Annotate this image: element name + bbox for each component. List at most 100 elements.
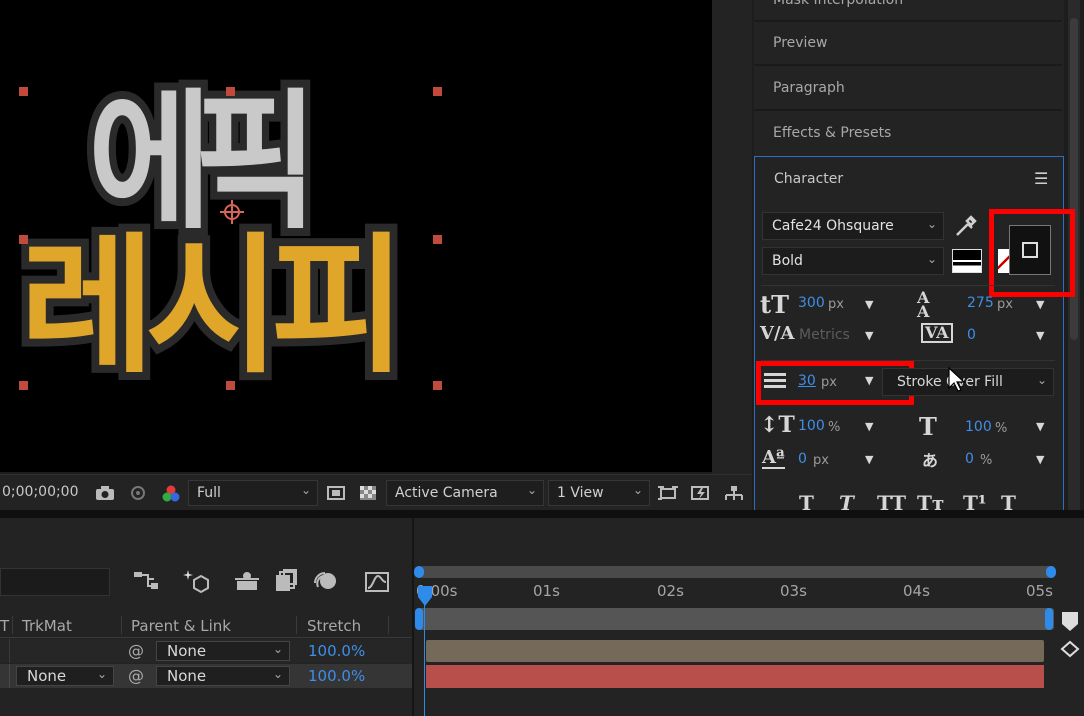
transform-handle[interactable]: [433, 381, 442, 390]
viewer-side-strip: [712, 0, 752, 476]
panel-divider: [761, 285, 1055, 286]
chevron-down-icon: ⌄: [272, 667, 283, 681]
comp-marker-icon[interactable]: [1060, 610, 1080, 636]
horizontal-scale-value[interactable]: 100: [965, 419, 992, 435]
flowchart-icon[interactable]: [723, 485, 743, 501]
pickwhip-icon[interactable]: @: [128, 666, 144, 685]
stroke-mode-dropdown[interactable]: Stroke Over Fill ⌄: [882, 368, 1054, 396]
playhead-line: [424, 602, 425, 716]
black-white-swatch-icon[interactable]: [952, 249, 982, 273]
panel-preview[interactable]: Preview: [773, 35, 828, 51]
text-layer-bottom[interactable]: 레시피: [12, 224, 414, 390]
timeline-search-input[interactable]: [0, 568, 110, 596]
triangle-down-icon[interactable]: ▼: [1036, 453, 1044, 466]
trkmat-dropdown[interactable]: None ⌄: [16, 666, 114, 686]
baseline-shift-unit: px: [813, 453, 829, 468]
marker-bin-icon[interactable]: [1060, 640, 1080, 664]
playhead-marker[interactable]: [418, 586, 432, 606]
triangle-down-icon[interactable]: ▼: [865, 420, 873, 433]
ruler-tick-label: 05s: [1026, 582, 1053, 600]
frame-blending-icon[interactable]: [274, 569, 298, 597]
transform-handle[interactable]: [226, 87, 235, 96]
work-area-start-handle[interactable]: [415, 608, 423, 630]
channel-rgb-icon[interactable]: [161, 485, 181, 502]
parent-dropdown[interactable]: None ⌄: [156, 641, 290, 661]
camera-dropdown[interactable]: Active Camera ⌄: [386, 480, 544, 506]
tracking-value[interactable]: 0: [967, 327, 976, 343]
motion-blur-icon[interactable]: [313, 570, 339, 596]
vertical-scale-value[interactable]: 100: [798, 418, 825, 434]
composition-flowchart-icon[interactable]: [133, 570, 159, 596]
resolution-dropdown[interactable]: Full ⌄: [188, 480, 318, 506]
time-navigator[interactable]: [418, 566, 1054, 578]
graph-editor-icon[interactable]: [364, 569, 390, 597]
font-size-value[interactable]: 300: [798, 295, 825, 311]
work-area-range[interactable]: [418, 608, 1054, 630]
tsume-icon: あ: [922, 451, 939, 470]
navigator-end-handle[interactable]: [1046, 566, 1056, 578]
triangle-down-icon[interactable]: ▼: [865, 453, 873, 466]
panel-divider: [0, 510, 1084, 518]
triangle-down-icon[interactable]: ▼: [865, 298, 873, 311]
stretch-value[interactable]: 100.0%: [308, 667, 365, 685]
stretch-value[interactable]: 100.0%: [308, 642, 365, 660]
panel-divider: [754, 109, 1062, 111]
ruler-tick-label: 03s: [780, 582, 807, 600]
column-t: T: [0, 617, 10, 635]
triangle-down-icon[interactable]: ▼: [1036, 329, 1044, 342]
navigator-start-handle[interactable]: [414, 566, 424, 578]
vertical-scale-icon: ↕T: [760, 412, 795, 438]
layer-bar[interactable]: [426, 640, 1044, 662]
work-area-end-handle[interactable]: [1045, 608, 1053, 630]
font-size-unit: px: [828, 297, 844, 312]
panel-mask-interpolation[interactable]: Mask Interpolation: [773, 0, 903, 8]
composition-viewer[interactable]: 에픽 레시피: [0, 0, 712, 472]
parent-dropdown[interactable]: None ⌄: [156, 666, 290, 686]
layer-bar[interactable]: [426, 665, 1044, 688]
transform-handle[interactable]: [433, 87, 442, 96]
column-parent-link: Parent & Link: [131, 617, 231, 635]
stroke-color-swatch[interactable]: [1009, 225, 1051, 275]
cell-divider: [9, 664, 10, 688]
font-family-dropdown[interactable]: Cafe24 Ohsquare ⌄: [762, 212, 944, 240]
triangle-down-icon[interactable]: ▼: [1036, 420, 1044, 433]
layer-row[interactable]: None ⌄ @ None ⌄ 100.0%: [0, 664, 412, 688]
triangle-down-icon[interactable]: ▼: [865, 329, 873, 342]
baseline-shift-value[interactable]: 0: [798, 451, 807, 467]
camera-snapshot-icon[interactable]: [95, 485, 115, 501]
fast-previews-icon[interactable]: [690, 485, 710, 501]
eyedropper-icon[interactable]: [953, 213, 979, 243]
font-style-dropdown[interactable]: Bold ⌄: [762, 247, 944, 275]
transform-handle[interactable]: [19, 381, 28, 390]
triangle-down-icon[interactable]: ▼: [1036, 298, 1044, 311]
show-snapshot-icon[interactable]: [128, 485, 148, 501]
column-stretch: Stretch: [307, 617, 362, 635]
transparency-grid-icon[interactable]: [358, 485, 378, 501]
toggle-3d-view-icon[interactable]: [657, 485, 678, 501]
tsume-value[interactable]: 0: [965, 451, 974, 467]
kerning-value[interactable]: Metrics: [799, 327, 850, 343]
transform-handle[interactable]: [19, 87, 28, 96]
panel-menu-icon[interactable]: ☰: [1034, 169, 1048, 188]
anchor-point[interactable]: [220, 200, 244, 224]
character-panel-title: Character: [774, 171, 844, 187]
transform-handle[interactable]: [19, 235, 28, 244]
transform-handle[interactable]: [226, 381, 235, 390]
shy-layers-icon[interactable]: [233, 570, 261, 596]
layer-row[interactable]: @ None ⌄ 100.0%: [0, 639, 412, 663]
pickwhip-icon[interactable]: @: [128, 641, 144, 660]
leading-value[interactable]: 275: [967, 295, 994, 311]
column-divider: [296, 616, 297, 634]
views-dropdown[interactable]: 1 View ⌄: [548, 480, 650, 506]
horizontal-scale-icon: T: [919, 412, 937, 441]
draft-3d-icon[interactable]: [182, 568, 210, 598]
timecode[interactable]: 0;00;00;00: [2, 484, 79, 500]
chevron-down-icon: ⌄: [96, 667, 107, 681]
panel-effects-presets[interactable]: Effects & Presets: [773, 125, 891, 141]
font-family-value: Cafe24 Ohsquare: [772, 218, 894, 234]
transform-handle[interactable]: [433, 235, 442, 244]
timeline-divider: [412, 518, 414, 716]
text-layer-top[interactable]: 에픽: [81, 80, 326, 246]
panel-paragraph[interactable]: Paragraph: [773, 80, 845, 96]
region-of-interest-icon[interactable]: [326, 485, 346, 501]
